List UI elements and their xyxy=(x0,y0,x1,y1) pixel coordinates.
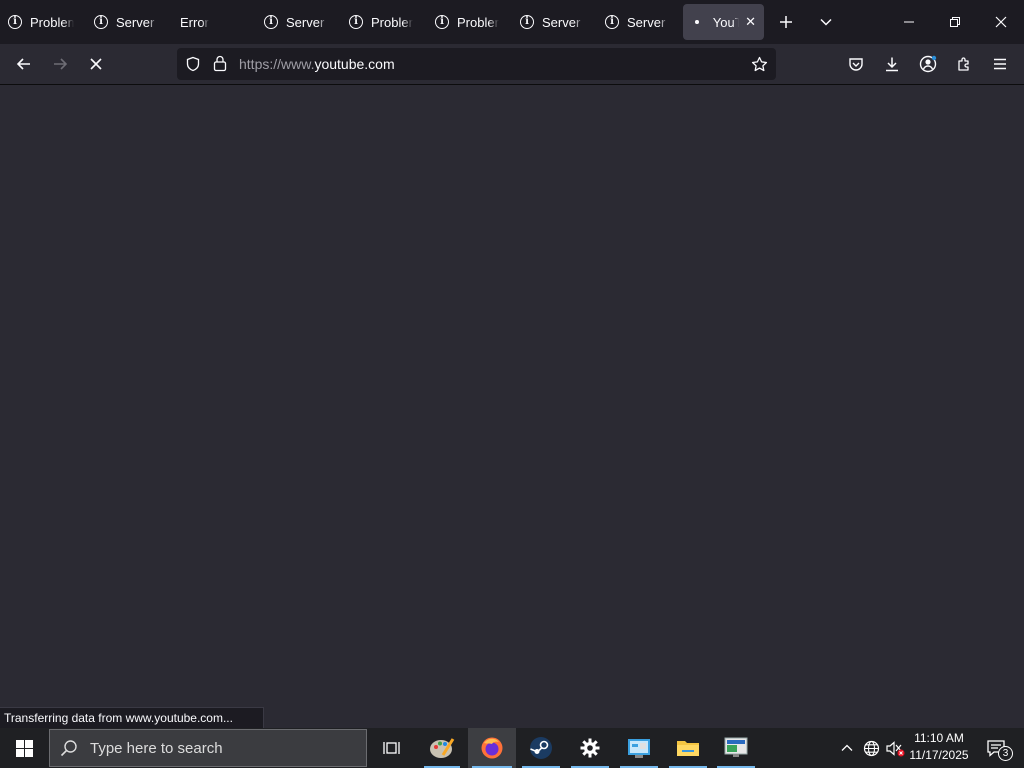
stop-icon xyxy=(90,58,102,70)
taskbar-app-paint[interactable] xyxy=(420,728,464,768)
chevron-up-icon xyxy=(841,744,853,751)
clock-date: 11/17/2025 xyxy=(909,748,969,762)
back-button[interactable] xyxy=(8,44,40,84)
download-icon xyxy=(886,57,898,72)
clock-time: 11:10 AM xyxy=(914,731,964,745)
downloads-button[interactable] xyxy=(876,44,908,84)
tab-problem-2[interactable]: i Problem xyxy=(349,4,413,40)
windows-logo-icon xyxy=(15,739,33,757)
new-tab-button[interactable] xyxy=(772,0,800,44)
info-icon: i xyxy=(520,15,534,29)
control-panel-icon xyxy=(628,739,650,758)
list-all-tabs-button[interactable] xyxy=(812,0,840,44)
forward-button[interactable] xyxy=(44,44,76,84)
volume-tray-button[interactable] xyxy=(884,728,906,768)
info-icon: i xyxy=(605,15,619,29)
tab-bar: i Problem i Server Not Found Error i Ser… xyxy=(0,0,1024,44)
monitor-app-icon xyxy=(724,737,748,757)
tab-label: Problem xyxy=(457,14,499,30)
firefox-icon xyxy=(481,737,503,759)
folder-icon xyxy=(677,741,699,756)
url-host: youtube.com xyxy=(314,56,395,72)
arrow-right-icon xyxy=(54,58,68,70)
minimize-button[interactable] xyxy=(886,0,932,44)
puzzle-icon xyxy=(958,57,969,71)
globe-icon xyxy=(863,740,879,756)
arrow-left-icon xyxy=(16,58,30,70)
tab-label: Server Not Found xyxy=(627,14,669,30)
gear-icon xyxy=(580,738,600,758)
tab-youtube-active[interactable]: YouTube ✕ xyxy=(683,4,764,40)
search-placeholder: Type here to search xyxy=(90,739,223,757)
info-icon: i xyxy=(8,15,22,29)
steam-icon xyxy=(530,737,552,759)
start-button[interactable] xyxy=(0,728,48,768)
url-text[interactable]: https://www.youtube.com xyxy=(239,56,395,72)
address-bar[interactable]: https://www.youtube.com xyxy=(177,48,776,80)
system-clock[interactable]: 11:10 AM 11/17/2025 xyxy=(905,730,973,764)
plus-icon xyxy=(780,16,792,28)
action-center-button[interactable]: 3 xyxy=(978,728,1014,768)
tab-label: YouTube xyxy=(712,14,740,30)
tab-label: Error xyxy=(180,14,209,30)
show-hidden-icons-button[interactable] xyxy=(836,728,858,768)
taskbar-app-control-panel[interactable] xyxy=(616,728,662,768)
account-icon xyxy=(919,55,937,73)
tab-label: Server Not Found xyxy=(116,14,158,30)
page-content-area xyxy=(0,85,1024,728)
tab-problem-3[interactable]: i Problem xyxy=(435,4,499,40)
hamburger-menu-icon xyxy=(994,58,1006,70)
palette-app-icon xyxy=(430,738,455,758)
network-tray-button[interactable] xyxy=(860,728,882,768)
taskbar-app-remote-desktop[interactable] xyxy=(713,728,759,768)
tab-server-not-found-2[interactable]: i Server Not Found xyxy=(264,4,328,40)
tab-label: Server Not Found xyxy=(542,14,584,30)
notification-count-badge: 3 xyxy=(998,746,1013,761)
tab-server-not-found-1[interactable]: i Server Not Found xyxy=(94,4,158,40)
restore-button[interactable] xyxy=(932,0,978,44)
extensions-button[interactable] xyxy=(948,44,980,84)
close-tab-icon[interactable]: ✕ xyxy=(745,14,756,30)
lock-icon xyxy=(213,55,227,72)
info-icon: i xyxy=(435,15,449,29)
taskbar-search-box[interactable]: Type here to search xyxy=(49,729,367,767)
chevron-down-icon xyxy=(820,18,832,26)
tab-problem-1[interactable]: i Problem xyxy=(8,4,74,40)
info-icon: i xyxy=(349,15,363,29)
search-icon xyxy=(60,740,77,757)
tab-label: Problem xyxy=(30,14,74,30)
info-icon: i xyxy=(94,15,108,29)
tab-server-not-found-3[interactable]: i Server Not Found xyxy=(520,4,584,40)
pocket-button[interactable] xyxy=(840,44,872,84)
close-icon xyxy=(995,16,1007,28)
stop-loading-button[interactable] xyxy=(80,44,112,84)
bookmark-star-icon[interactable] xyxy=(751,56,768,73)
url-prefix: https://www. xyxy=(239,56,315,72)
volume-muted-icon xyxy=(886,740,905,756)
tab-label: Problem xyxy=(371,14,413,30)
loading-dot-icon xyxy=(695,20,699,24)
navigation-toolbar: https://www.youtube.com xyxy=(0,44,1024,85)
taskbar-app-firefox[interactable] xyxy=(468,728,516,768)
restore-icon xyxy=(950,17,960,27)
account-button[interactable] xyxy=(912,44,944,84)
pocket-icon xyxy=(849,58,863,71)
windows-taskbar: Type here to search 11:10 AM 11/17/2025 … xyxy=(0,728,1024,768)
status-panel: Transferring data from www.youtube.com..… xyxy=(0,707,264,729)
shield-icon xyxy=(186,56,200,72)
taskbar-app-settings[interactable] xyxy=(567,728,613,768)
taskbar-app-file-explorer[interactable] xyxy=(665,728,711,768)
tab-label: Server Not Found xyxy=(286,14,328,30)
info-icon: i xyxy=(264,15,278,29)
taskbar-app-steam[interactable] xyxy=(518,728,564,768)
task-view-button[interactable] xyxy=(369,728,415,768)
close-window-button[interactable] xyxy=(978,0,1024,44)
app-menu-button[interactable] xyxy=(984,44,1016,84)
task-view-icon xyxy=(383,742,400,754)
tab-error[interactable]: Error xyxy=(180,4,250,40)
minimize-icon xyxy=(904,21,914,23)
tab-server-not-found-4[interactable]: i Server Not Found xyxy=(605,4,669,40)
